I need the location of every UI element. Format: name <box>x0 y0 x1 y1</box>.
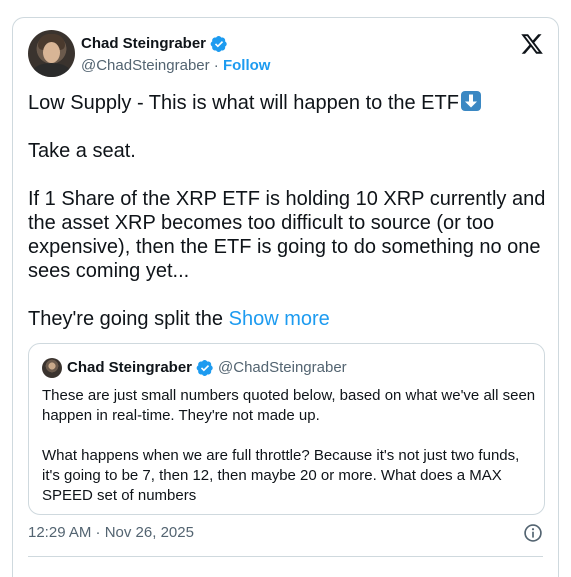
verified-badge-icon <box>196 359 213 377</box>
author-handle-line: @ChadSteingraber · Follow <box>81 56 270 76</box>
info-icon[interactable] <box>523 523 543 543</box>
follow-button[interactable]: Follow <box>223 57 271 74</box>
quoted-tweet[interactable]: Chad Steingraber @ChadSteingraber These … <box>28 343 545 515</box>
x-logo-icon[interactable] <box>520 32 544 56</box>
down-arrow-emoji-icon <box>460 91 481 111</box>
quoted-paragraph-2: What happens when we are full throttle? … <box>42 447 520 504</box>
handle-separator: · <box>209 57 223 74</box>
author-avatar[interactable] <box>28 30 75 77</box>
verified-badge-icon <box>210 35 227 53</box>
tweet-paragraph-1: Low Supply - This is what will happen to… <box>28 90 548 115</box>
tweet-paragraph-4: They're going split the Show more <box>28 307 548 331</box>
quoted-tweet-body: These are just small numbers quoted belo… <box>42 386 537 526</box>
quoted-paragraph-1: These are just small numbers quoted belo… <box>42 387 536 424</box>
show-more-link[interactable]: Show more <box>229 308 330 330</box>
avatar-shoulders <box>32 63 71 77</box>
author-handle[interactable]: @ChadSteingraber <box>81 57 210 74</box>
quoted-tweet-header: Chad Steingraber @ChadSteingraber <box>67 358 347 378</box>
tweet-line-4: They're going split the <box>28 308 229 330</box>
tweet-timestamp[interactable]: 12:29 AM · Nov 26, 2025 <box>28 523 194 543</box>
tweet-body: Low Supply - This is what will happen to… <box>28 90 548 355</box>
avatar-face <box>43 42 60 63</box>
tweet-line-1: Low Supply - This is what will happen to… <box>28 92 459 114</box>
footer-divider <box>28 556 543 557</box>
tweet-paragraph-2: Take a seat. <box>28 140 136 162</box>
tweet-card: Chad Steingraber @ChadSteingraber · Foll… <box>12 17 559 577</box>
author-name[interactable]: Chad Steingraber <box>81 34 206 54</box>
author-name-row[interactable]: Chad Steingraber <box>81 34 228 54</box>
quoted-author-name: Chad Steingraber <box>67 359 193 376</box>
quoted-author-avatar <box>42 358 62 378</box>
tweet-paragraph-3: If 1 Share of the XRP ETF is holding 10 … <box>28 188 546 282</box>
quoted-author-handle: @ChadSteingraber <box>218 359 347 376</box>
